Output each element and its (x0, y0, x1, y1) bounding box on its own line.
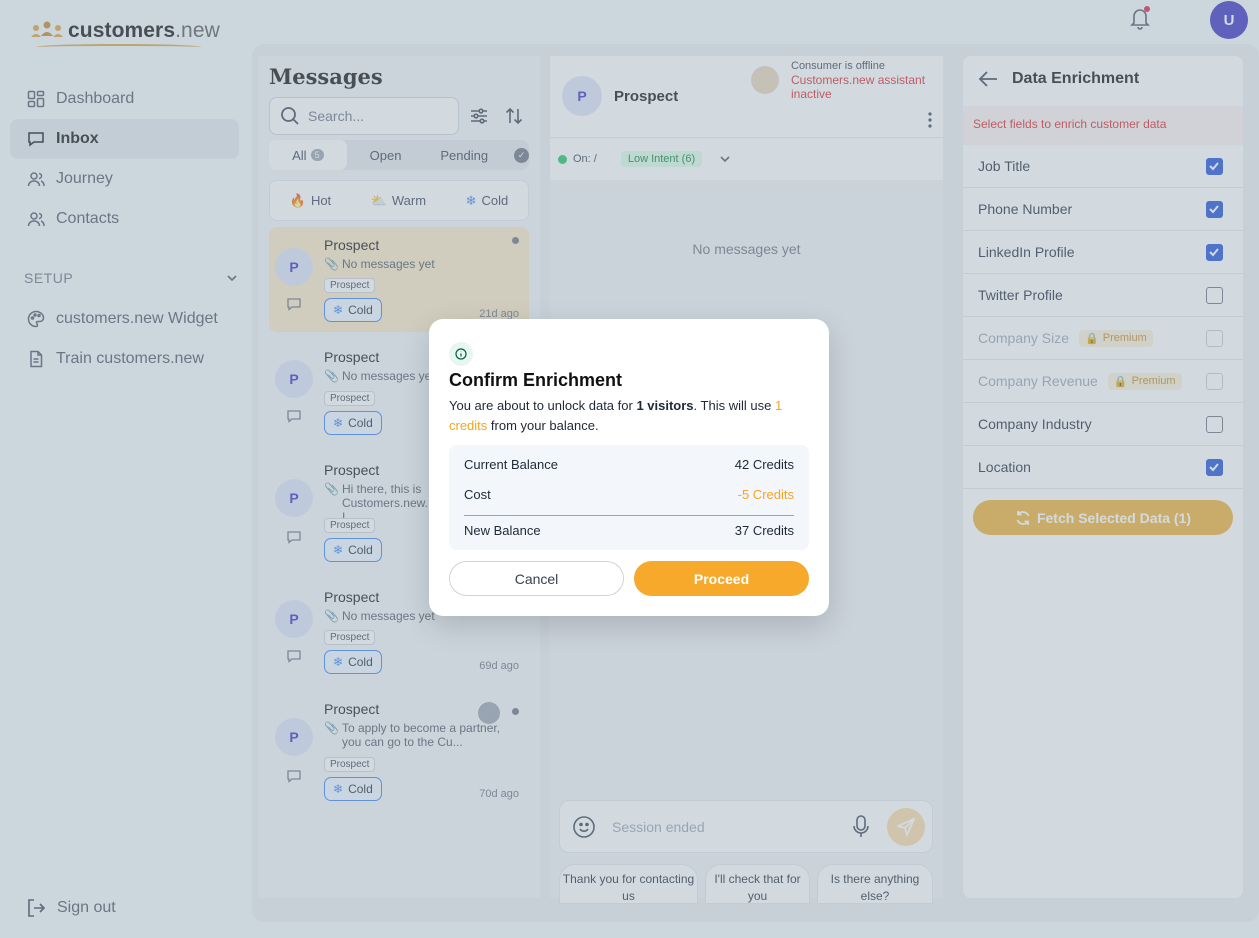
balance-row: Current Balance 42 Credits (464, 457, 794, 472)
cancel-button[interactable]: Cancel (449, 561, 624, 596)
divider (464, 515, 794, 516)
info-icon (449, 342, 473, 366)
confirm-enrichment-dialog: Confirm Enrichment You are about to unlo… (429, 319, 829, 616)
balance-summary: Current Balance 42 Credits Cost -5 Credits… (449, 445, 809, 550)
cost-row: Cost -5 Credits (464, 487, 794, 502)
dialog-title: Confirm Enrichment (449, 370, 623, 390)
dialog-message: You are about to unlock data for 1 visit… (449, 398, 783, 433)
new-balance-row: New Balance 37 Credits (464, 523, 794, 538)
proceed-button[interactable]: Proceed (634, 561, 809, 596)
